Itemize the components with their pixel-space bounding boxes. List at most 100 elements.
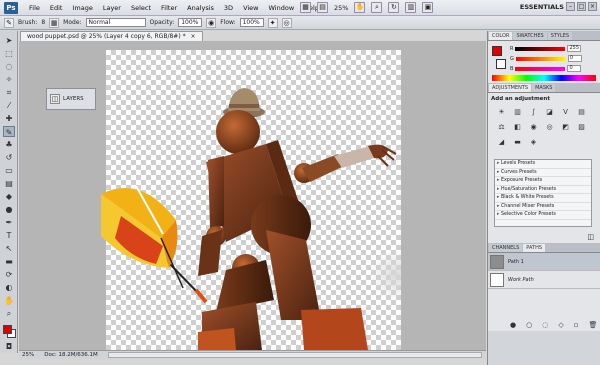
eraser-tool-icon[interactable]: ▭ — [3, 165, 15, 176]
rotate-view-icon[interactable]: ↻ — [388, 2, 400, 13]
panel-foreground-swatch[interactable] — [492, 46, 502, 56]
lasso-tool-icon[interactable]: ◌ — [3, 61, 15, 72]
red-slider[interactable]: R 255 — [510, 45, 582, 52]
menu-edit[interactable]: Edit — [45, 4, 68, 12]
pen-tool-icon[interactable]: ✒ — [3, 217, 15, 228]
arrange-documents-icon[interactable]: ▥ — [405, 2, 417, 13]
zoom-tool-icon[interactable]: ⌕ — [371, 2, 383, 13]
3d-orbit-tool-icon[interactable]: ◐ — [3, 282, 15, 293]
blur-tool-icon[interactable]: ◆ — [3, 191, 15, 202]
eyedropper-tool-icon[interactable]: ⁄ — [3, 100, 15, 111]
marquee-tool-icon[interactable]: ⬚ — [3, 48, 15, 59]
move-tool-icon[interactable]: ➤ — [3, 35, 15, 46]
menu-layer[interactable]: Layer — [98, 4, 126, 12]
preset-exposure[interactable]: Exposure Presets — [495, 177, 591, 186]
quick-select-tool-icon[interactable]: ✧ — [3, 74, 15, 85]
clone-stamp-tool-icon[interactable]: ♣ — [3, 139, 15, 150]
hand-tool-icon[interactable]: ✋ — [3, 295, 15, 306]
menu-view[interactable]: View — [238, 4, 263, 12]
fill-path-icon[interactable]: ● — [510, 321, 516, 329]
red-value[interactable]: 255 — [567, 45, 582, 52]
quick-mask-icon[interactable]: ◘ — [3, 341, 15, 352]
green-slider[interactable]: G 0 — [510, 55, 582, 62]
black-white-icon[interactable]: ◧ — [512, 122, 523, 132]
preset-curves[interactable]: Curves Presets — [495, 169, 591, 177]
status-zoom[interactable]: 25% — [22, 352, 34, 358]
panel-background-swatch[interactable] — [496, 59, 506, 69]
pressure-opacity-icon[interactable]: ◉ — [206, 17, 217, 28]
color-balance-icon[interactable]: ⚖ — [496, 122, 507, 132]
tab-swatches[interactable]: SWATCHES — [513, 32, 547, 40]
menu-select[interactable]: Select — [126, 4, 156, 12]
tab-channels[interactable]: CHANNELS — [489, 244, 523, 252]
flow-field[interactable]: 100% — [239, 18, 264, 27]
photo-filter-icon[interactable]: ◉ — [528, 122, 539, 132]
airbrush-icon[interactable]: ✦ — [267, 17, 278, 28]
threshold-icon[interactable]: ◢ — [496, 137, 507, 147]
color-spectrum[interactable] — [492, 75, 596, 81]
close-icon[interactable]: × — [588, 2, 597, 11]
brush-size-value[interactable]: 8 — [41, 19, 45, 26]
horizontal-scrollbar[interactable] — [107, 352, 482, 358]
posterize-icon[interactable]: ▨ — [576, 122, 587, 132]
menu-analysis[interactable]: Analysis — [182, 4, 219, 12]
menu-image[interactable]: Image — [67, 4, 97, 12]
brush-panel-icon[interactable]: ▦ — [49, 17, 60, 28]
preset-channel-mixer[interactable]: Channel Mixer Presets — [495, 203, 591, 211]
stroke-path-icon[interactable]: ○ — [526, 321, 532, 329]
launch-minibridge-icon[interactable]: ▤ — [317, 2, 328, 13]
3d-rotate-tool-icon[interactable]: ⟳ — [3, 269, 15, 280]
menu-window[interactable]: Window — [264, 4, 300, 12]
tab-masks[interactable]: MASKS — [532, 84, 556, 92]
invert-icon[interactable]: ◩ — [560, 122, 571, 132]
workspace-switcher[interactable]: ESSENTIALS — [520, 3, 564, 11]
tab-styles[interactable]: STYLES — [547, 32, 573, 40]
document-workspace[interactable]: ◫ LAYERS — [19, 41, 486, 350]
preset-hue-saturation[interactable]: Hue/Saturation Presets — [495, 186, 591, 194]
channel-mixer-icon[interactable]: ◎ — [544, 122, 555, 132]
curves-icon[interactable]: ∫ — [528, 107, 539, 117]
delete-path-icon[interactable]: 🗑 — [588, 321, 597, 329]
make-work-path-icon[interactable]: ◇ — [558, 321, 563, 329]
green-value[interactable]: 0 — [567, 55, 582, 62]
levels-icon[interactable]: ▥ — [512, 107, 523, 117]
path-selection-tool-icon[interactable]: ↖ — [3, 243, 15, 254]
path-item-work-path[interactable]: Work Path — [488, 271, 600, 289]
gradient-tool-icon[interactable]: ▤ — [3, 178, 15, 189]
brush-tool-icon[interactable]: ✎ — [3, 126, 15, 137]
green-slider-track[interactable] — [515, 56, 566, 61]
hue-saturation-icon[interactable]: ▤ — [576, 107, 587, 117]
menu-filter[interactable]: Filter — [156, 4, 182, 12]
tab-adjustments[interactable]: ADJUSTMENTS — [489, 84, 532, 92]
new-path-icon[interactable]: ▫ — [574, 321, 579, 329]
history-brush-tool-icon[interactable]: ↺ — [3, 152, 15, 163]
document-tab[interactable]: wood puppet.psd @ 25% (Layer 4 copy 6, R… — [20, 31, 203, 41]
dodge-tool-icon[interactable]: ● — [3, 204, 15, 215]
preset-levels[interactable]: Levels Presets — [495, 160, 591, 169]
selective-color-icon[interactable]: ◈ — [528, 137, 539, 147]
brush-preset-icon[interactable]: ✎ — [4, 17, 14, 28]
pressure-size-icon[interactable]: ◎ — [281, 17, 292, 28]
red-slider-track[interactable] — [515, 46, 566, 51]
crop-tool-icon[interactable]: ⌗ — [3, 87, 15, 98]
status-doc-info[interactable]: Doc: 18.2M/636.1M — [44, 352, 98, 358]
minimize-icon[interactable]: – — [566, 2, 575, 11]
hand-tool-icon[interactable]: ✋ — [354, 2, 366, 13]
blue-value[interactable]: 0 — [567, 65, 582, 72]
blue-slider[interactable]: B 0 — [510, 65, 582, 72]
healing-brush-tool-icon[interactable]: ✚ — [3, 113, 15, 124]
close-document-icon[interactable]: × — [191, 33, 196, 40]
adjustments-menu-icon[interactable]: ◫ — [587, 233, 594, 241]
screen-mode-icon[interactable]: ▣ — [422, 2, 434, 13]
maximize-icon[interactable]: □ — [577, 2, 586, 11]
preset-selective-color[interactable]: Selective Color Presets — [495, 211, 591, 220]
opacity-field[interactable]: 100% — [178, 18, 203, 27]
blue-slider-track[interactable] — [515, 66, 566, 71]
zoom-tool-icon[interactable]: ⌕ — [3, 308, 15, 319]
zoom-level-field[interactable]: 25% — [334, 4, 348, 12]
tab-color[interactable]: COLOR — [489, 32, 513, 40]
launch-bridge-icon[interactable]: ▦ — [300, 2, 311, 13]
layers-panel-collapsed[interactable]: ◫ LAYERS — [46, 88, 96, 110]
path-item-path-1[interactable]: Path 1 — [488, 253, 600, 271]
tab-paths[interactable]: PATHS — [523, 244, 545, 252]
